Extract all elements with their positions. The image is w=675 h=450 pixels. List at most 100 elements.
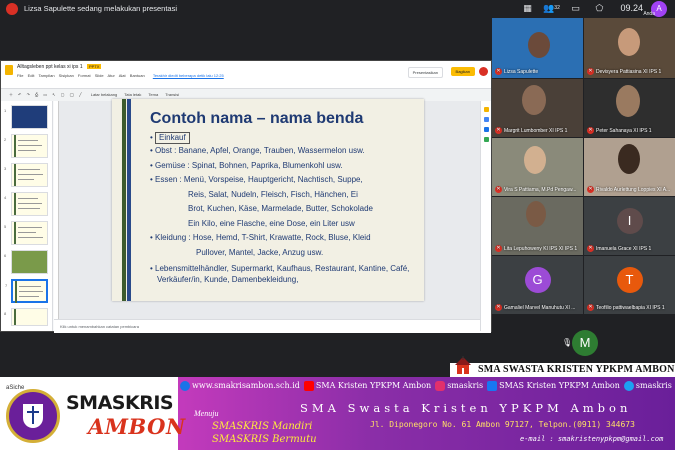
menu-edit[interactable]: Edit: [28, 73, 35, 78]
school-email: e-mail : smakristenypkpm@gmail.com: [520, 435, 664, 443]
mic-off-icon: ✕: [495, 127, 502, 134]
twitter-link[interactable]: smaskris: [623, 381, 672, 391]
participant-tile[interactable]: T ✕ Teofilio pattiwaelbapia XI IPS 1: [584, 256, 675, 314]
speaker-notes[interactable]: Klik untuk menambahkan catatan pembicara: [54, 319, 491, 333]
menu-file[interactable]: File: [17, 73, 23, 78]
thumb-number: 8: [4, 311, 7, 316]
presenting-icon: [6, 3, 18, 15]
top-controls: ▦ 👥 32 ▭ ⬠ 09.24: [520, 2, 643, 14]
einkauf-heading: Einkauf: [155, 132, 190, 144]
slide-thumb[interactable]: 5: [4, 221, 48, 245]
slide-line: • Essen : Menü, Vorspeise, Hauptgericht,…: [150, 175, 363, 184]
chat-icon[interactable]: ▭: [568, 2, 582, 14]
slide-line: Brot, Kuchen, Käse, Marmelade, Butter, S…: [188, 204, 373, 213]
facebook-text: SMAS Kristen YPKPM Ambon: [499, 381, 620, 390]
participant-tile[interactable]: I ✕ Imanuela Grace XI IPS 1: [584, 197, 675, 255]
keep-icon[interactable]: [484, 107, 489, 112]
slide-line-text: Obst : Banane, Apfel, Orange, Trauben, W…: [155, 146, 365, 155]
slide-thumb[interactable]: 3: [4, 163, 48, 187]
slide-line: Reis, Salat, Nudeln, Fleisch, Fisch, Hän…: [188, 189, 358, 199]
slide-thumb[interactable]: 6: [4, 250, 48, 274]
current-slide: Contoh nama – nama benda • Einkauf • Obs…: [112, 99, 424, 301]
participant-name: ✕ Imanuela Grace XI IPS 1: [587, 245, 651, 252]
slide-thumb[interactable]: 1: [4, 105, 48, 129]
slide-line: • Obst : Banane, Apfel, Orange, Trauben,…: [150, 146, 365, 155]
participant-name-text: Gamaliel Marvel Manuhutu XI ...: [504, 304, 576, 311]
mic-off-icon: ✕: [587, 245, 594, 252]
website-link[interactable]: www.smakrisambon.sch.id: [180, 381, 300, 391]
participant-avatar: G: [524, 267, 551, 294]
participant-avatar[interactable]: M: [572, 330, 598, 356]
motto-bermutu: SMASKRIS Bermutu: [212, 434, 317, 445]
participant-video: [522, 85, 546, 115]
slide-thumb-selected[interactable]: 7: [5, 279, 48, 303]
participant-tile[interactable]: ✕ Peter Sahanaya XI IPS 1: [584, 79, 675, 137]
youtube-text: SMA Kristen YPKPM Ambon: [315, 381, 432, 390]
instagram-link[interactable]: smaskris: [435, 381, 483, 391]
slide-thumb[interactable]: 2: [4, 134, 48, 158]
school-crest-icon: [6, 389, 60, 443]
participant-video: [528, 32, 550, 58]
thumb-number: 2: [4, 137, 7, 142]
menu-view[interactable]: Tampilan: [39, 73, 55, 78]
slide-line: Pullover, Mantel, Jacke, Anzug usw.: [196, 247, 324, 257]
file-title-text[interactable]: Alltagsleben ppt kelas xi ips 1: [17, 64, 83, 70]
participant-tile[interactable]: ✕ Vira S Pattiama, M.Pd Pengaw...: [492, 138, 583, 196]
maps-icon[interactable]: [484, 137, 489, 142]
slide-line: • Kleidung : Hose, Hemd, T-Shirt, Krawat…: [150, 233, 371, 242]
participant-grid: ✕ Lizsa Sapulette ✕ Devisyera Pattiasina X…: [492, 18, 675, 363]
menu-tools[interactable]: Alat: [119, 73, 126, 78]
school-address: Jl. Diponegoro No. 61 Ambon 97127, Telpo…: [370, 420, 635, 429]
mic-off-icon: ✕: [587, 127, 594, 134]
slide-thumb[interactable]: 8: [4, 308, 48, 326]
theme-button[interactable]: Tema: [148, 92, 158, 97]
account-avatar[interactable]: [479, 67, 488, 76]
share-button[interactable]: Bagikan: [450, 67, 475, 76]
contacts-icon[interactable]: [484, 127, 489, 132]
mic-off-icon: ✕: [495, 186, 502, 193]
toolbar-icons[interactable]: ＋ ↶ ↷ ⎙ ▭ ↖ ▢ ◯ ╱: [9, 92, 84, 97]
participant-tile[interactable]: ✕ Lizsa Sapulette: [492, 18, 583, 78]
slide-thumb[interactable]: 4: [4, 192, 48, 216]
participant-tile[interactable]: ✕ Devisyera Pattiasina XI IPS 1: [584, 18, 675, 78]
mic-off-icon: ✕: [587, 68, 594, 75]
participant-tile[interactable]: ✕ Rivaldo Aurlettung Loppies XI A...: [584, 138, 675, 196]
menu-insert[interactable]: Sisipkan: [59, 73, 74, 78]
participant-video: [616, 85, 640, 117]
layout-button[interactable]: Tata letak: [124, 92, 141, 97]
menu-arrange[interactable]: Atur: [108, 73, 115, 78]
slide-title: Contoh nama – nama benda: [150, 110, 364, 127]
motto-intro: Menuju: [194, 409, 219, 418]
menu-slide[interactable]: Slide: [95, 73, 104, 78]
participant-name: ✕ Lizsa Sapulette: [495, 68, 538, 75]
slide-line-text: Lebensmittelhändler, Supermarkt, Kaufhau…: [155, 264, 410, 273]
participant-avatar: T: [616, 267, 643, 294]
transition-button[interactable]: Transisi: [165, 92, 179, 97]
self-label: Anda: [643, 11, 655, 17]
participant-video: [618, 28, 640, 56]
slides-logo-icon: [5, 65, 13, 75]
menu-format[interactable]: Format: [78, 73, 91, 78]
youtube-link[interactable]: SMA Kristen YPKPM Ambon: [303, 381, 432, 391]
background-button[interactable]: Latar belakang: [91, 92, 117, 97]
participant-tile[interactable]: ✕ Lita Lepuhoweny KI IPS XI IPS 1: [492, 197, 583, 255]
layout-icon[interactable]: ▦: [520, 2, 534, 14]
slide-accent-bar: [127, 99, 131, 301]
present-button[interactable]: Presentasikan: [407, 67, 443, 78]
facebook-link[interactable]: SMAS Kristen YPKPM Ambon: [487, 381, 620, 391]
tasks-icon[interactable]: [484, 117, 489, 122]
participant-tile[interactable]: G ✕ Gamaliel Marvel Manuhutu XI ...: [492, 256, 583, 314]
participant-count: 32: [554, 5, 560, 11]
last-edit-link[interactable]: Terakhir diedit beberapa detik lalu 12:2…: [153, 73, 224, 78]
clock: 09.24: [620, 3, 643, 13]
mic-off-icon: ✕: [495, 304, 502, 311]
menu-help[interactable]: Bantuan: [130, 73, 145, 78]
slide-filmstrip: 1 2 3 4 5 6 7 8: [1, 101, 53, 331]
participants-icon[interactable]: 👥 32: [543, 2, 560, 14]
presenting-notice: Lizsa Sapulette sedang melakukan present…: [24, 4, 178, 13]
thumb-number: 6: [4, 253, 7, 258]
youtube-icon: [303, 381, 314, 391]
activities-icon[interactable]: ⬠: [592, 2, 606, 14]
participant-tile[interactable]: ✕ Margrit Lumbomber XI IPS 1: [492, 79, 583, 137]
participant-name-text: Imanuela Grace XI IPS 1: [596, 245, 652, 252]
